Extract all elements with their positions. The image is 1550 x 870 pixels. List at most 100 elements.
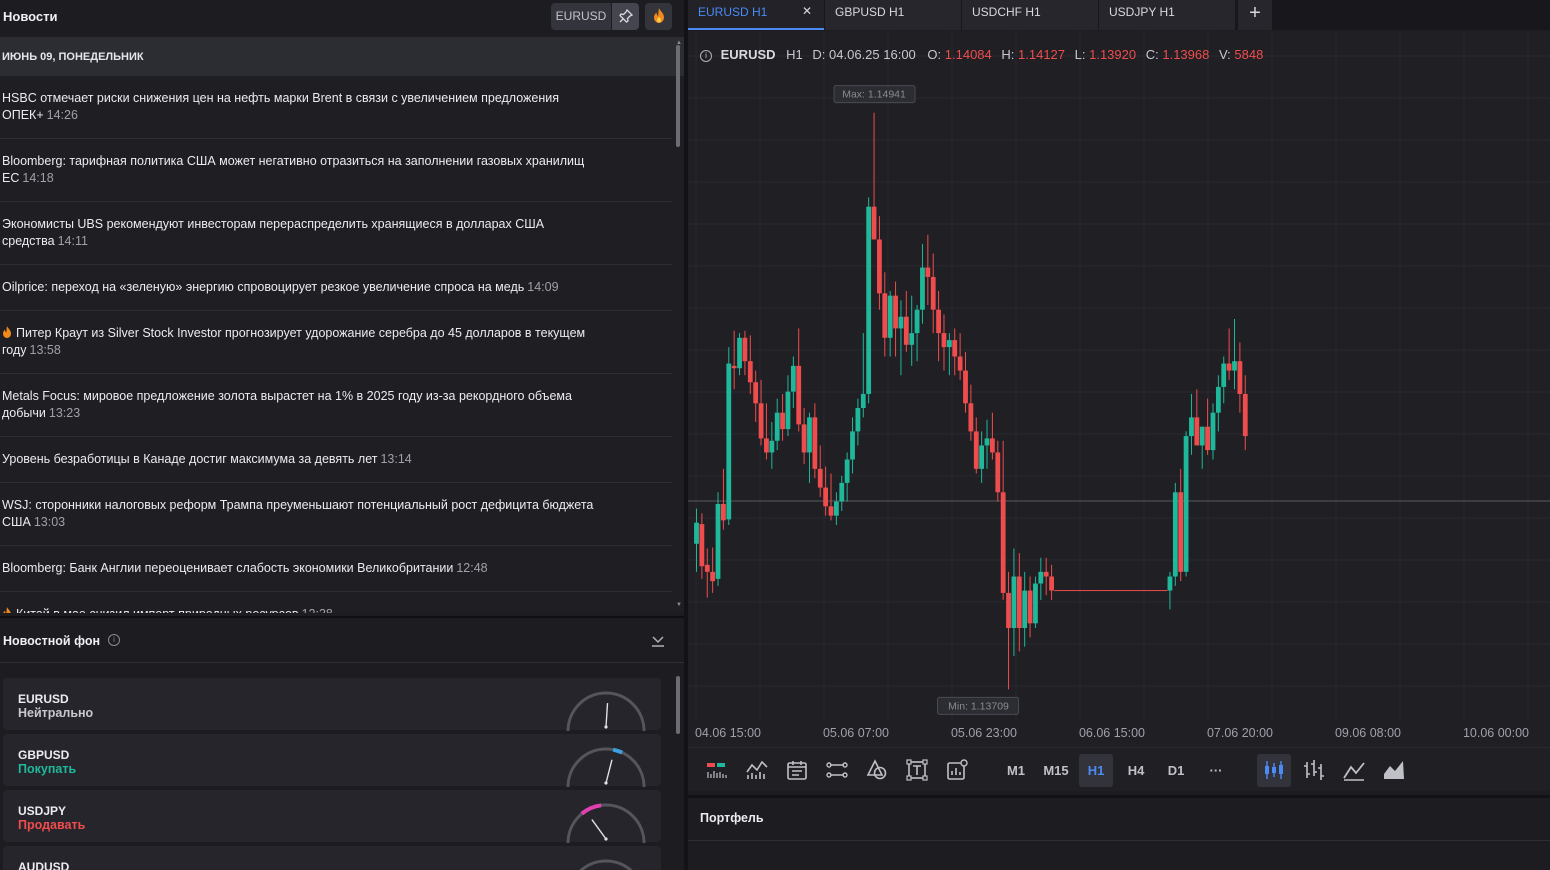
sentiment-card[interactable]: GBPUSD Покупать	[3, 734, 661, 788]
lines-tool-icon[interactable]	[825, 758, 849, 782]
candle	[790, 365, 796, 392]
candle	[694, 522, 699, 544]
candle	[1038, 571, 1044, 584]
sentiment-symbol: EURUSD	[18, 692, 69, 706]
text-tool-icon[interactable]	[905, 758, 929, 782]
news-item-content: Питер Краут из Silver Stock Investor про…	[2, 325, 632, 359]
news-item[interactable]: Питер Краут из Silver Stock Investor про…	[0, 311, 672, 374]
divider	[688, 840, 1550, 841]
candle	[1205, 426, 1210, 451]
candle	[758, 403, 764, 439]
sentiment-card[interactable]: USDJPY Продавать	[3, 790, 661, 844]
news-item-content: Oilprice: переход на «зеленую» энергию с…	[2, 279, 632, 296]
tab-gbpusd-h1[interactable]: GBPUSD H1	[825, 0, 961, 30]
candle	[877, 239, 882, 294]
candle	[925, 267, 931, 277]
candle	[796, 365, 802, 425]
candle	[930, 276, 936, 310]
news-headline: HSBC отмечает риски снижения цен на нефт…	[2, 91, 560, 122]
news-header: Новости EURUSD	[0, 0, 684, 36]
shapes-tool-icon[interactable]	[865, 758, 889, 782]
tab-eurusd-h1[interactable]: EURUSD H1 ✕	[688, 0, 824, 30]
candle	[699, 524, 705, 567]
sentiment-symbol: AUDUSD	[18, 860, 70, 870]
candle	[764, 438, 769, 453]
candle	[941, 333, 947, 348]
sentiment-card[interactable]: AUDUSD	[3, 846, 661, 870]
timeframe-more-button[interactable]: ···	[1199, 754, 1233, 787]
sentiment-symbol: GBPUSD	[18, 748, 70, 762]
indicators-icon[interactable]	[705, 758, 729, 782]
candle	[833, 501, 839, 516]
news-items: HSBC отмечает риски снижения цен на нефт…	[0, 76, 684, 613]
tab-usdjpy-h1[interactable]: USDJPY H1	[1099, 0, 1235, 30]
candle	[812, 417, 818, 469]
candle	[1172, 492, 1178, 577]
chart-toolbar: M1 M15 H1 H4 D1 ···	[688, 747, 1550, 791]
news-headline: Metals Focus: мировое предложение золота…	[2, 389, 572, 420]
news-headline: Oilprice: переход на «зеленую» энергию с…	[2, 280, 525, 294]
news-headline: Bloomberg: тарифная политика США может н…	[2, 154, 585, 185]
info-icon[interactable]: i	[700, 50, 712, 62]
candle	[1242, 393, 1248, 437]
collapse-icon[interactable]	[650, 632, 666, 648]
chart-settings-icon[interactable]	[945, 758, 969, 782]
timeframe-h1-button[interactable]: H1	[1079, 754, 1113, 787]
portfolio-panel: Портфель	[688, 795, 1550, 870]
info-icon[interactable]: i	[108, 634, 120, 646]
news-item-content: Bloomberg: тарифная политика США может н…	[2, 153, 632, 187]
line-chart-icon[interactable]	[1342, 758, 1366, 782]
news-item[interactable]: Уровень безработицы в Канаде достиг макс…	[0, 437, 672, 483]
news-symbol-filter[interactable]: EURUSD	[551, 3, 611, 30]
tab-label: USDJPY H1	[1109, 5, 1175, 19]
candle	[1000, 492, 1006, 593]
close-icon[interactable]: ✕	[802, 4, 812, 18]
studies-icon[interactable]	[745, 758, 769, 782]
news-item[interactable]: HSBC отмечает риски снижения цен на нефт…	[0, 76, 672, 139]
pin-icon[interactable]	[612, 3, 639, 30]
candle	[990, 438, 995, 453]
news-time: 12:38	[302, 607, 333, 613]
candle	[1033, 583, 1038, 624]
news-item[interactable]: WSJ: сторонники налоговых реформ Трампа …	[0, 483, 672, 546]
candle	[973, 431, 979, 469]
candle	[839, 482, 845, 502]
timeframe-d1-button[interactable]: D1	[1159, 754, 1193, 787]
news-item[interactable]: Bloomberg: тарифная политика США может н…	[0, 139, 672, 202]
news-time: 13:14	[380, 452, 412, 466]
ohlc-open: 1.14084	[944, 47, 992, 62]
timeframe-h4-button[interactable]: H4	[1119, 754, 1153, 787]
candle	[871, 206, 877, 240]
candle	[785, 391, 791, 430]
calendar-icon[interactable]	[785, 758, 809, 782]
fire-icon[interactable]	[645, 3, 672, 30]
bars-icon[interactable]	[1302, 758, 1326, 782]
candle	[995, 452, 1001, 493]
sentiment-gauge	[579, 859, 633, 870]
candle	[1027, 590, 1033, 624]
scroll-down-icon[interactable]: ▼	[676, 602, 682, 608]
news-item[interactable]: Китай в мае снизил импорт природных ресу…	[0, 592, 672, 613]
sentiment-card[interactable]: EURUSD Нейтрально	[3, 678, 661, 732]
add-tab-icon[interactable]: +	[1238, 0, 1272, 30]
news-item-content: WSJ: сторонники налоговых реформ Трампа …	[2, 497, 632, 531]
news-time: 13:03	[33, 515, 66, 529]
timeframe-m1-button[interactable]: M1	[999, 754, 1033, 787]
news-item[interactable]: Bloomberg: Банк Англии переоценивает сла…	[0, 546, 672, 592]
news-scrollbar[interactable]	[676, 45, 680, 147]
news-title: Новости	[3, 9, 58, 24]
chart-area[interactable]: Max: 1.14941 Min: 1.13709 04.06 15:00 05.06…	[688, 31, 1550, 747]
tab-usdchf-h1[interactable]: USDCHF H1	[962, 0, 1098, 30]
news-item[interactable]: Metals Focus: мировое предложение золота…	[0, 374, 672, 437]
candle	[710, 571, 716, 582]
candles-icon[interactable]	[1262, 758, 1286, 782]
candle	[1016, 576, 1022, 629]
background-scrollbar[interactable]	[676, 676, 680, 734]
candlestick-chart[interactable]: Max: 1.14941 Min: 1.13709 04.06 15:00 05.06…	[688, 31, 1550, 747]
gauge-needle	[605, 759, 613, 784]
news-item[interactable]: Oilprice: переход на «зеленую» энергию с…	[0, 265, 672, 311]
area-chart-icon[interactable]	[1382, 758, 1406, 782]
timeframe-m15-button[interactable]: M15	[1036, 754, 1076, 787]
news-item[interactable]: Экономисты UBS рекомендуют инвесторам пе…	[0, 202, 672, 265]
gauge-pivot	[604, 837, 608, 841]
